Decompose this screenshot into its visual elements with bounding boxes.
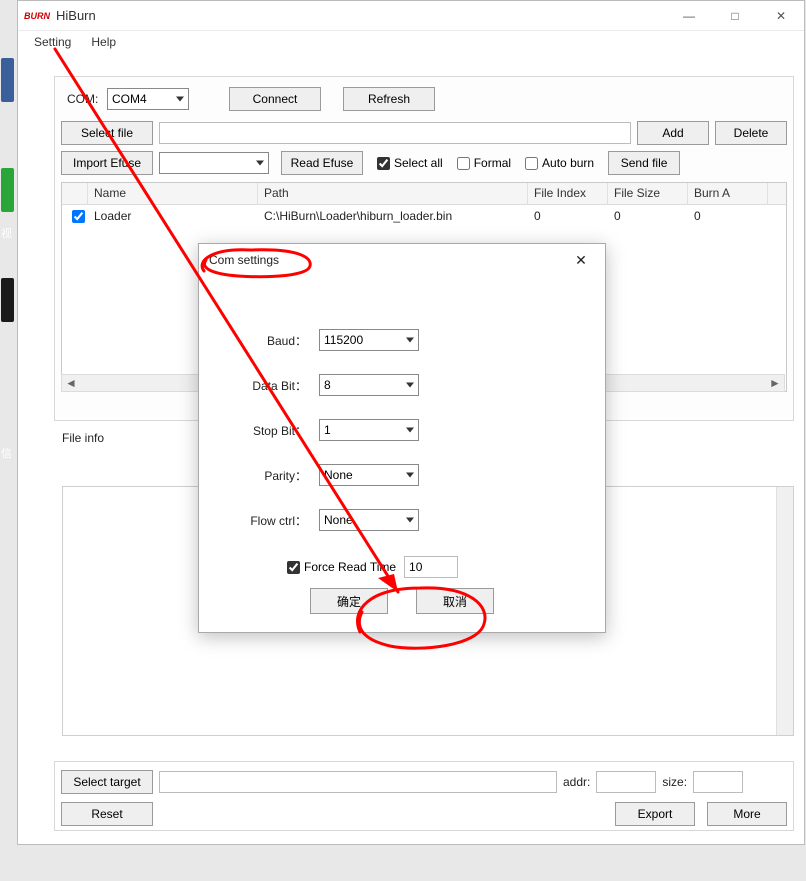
formal-checkbox[interactable]: Formal bbox=[457, 156, 511, 170]
cell-file-size: 0 bbox=[608, 209, 688, 223]
scroll-left-icon[interactable]: ◄ bbox=[64, 376, 78, 390]
cell-path: C:\HiBurn\Loader\hiburn_loader.bin bbox=[258, 209, 528, 223]
com-port-select[interactable]: COM4 bbox=[107, 88, 189, 110]
add-button[interactable]: Add bbox=[637, 121, 709, 145]
import-efuse-button[interactable]: Import Efuse bbox=[61, 151, 153, 175]
baud-value: 115200 bbox=[324, 333, 363, 347]
desktop-label: 信 bbox=[1, 445, 12, 461]
dialog-buttons: 确定 取消 bbox=[199, 588, 605, 614]
export-button[interactable]: Export bbox=[615, 802, 695, 826]
refresh-button[interactable]: Refresh bbox=[343, 87, 435, 111]
target-input[interactable] bbox=[159, 771, 557, 793]
parity-value: None bbox=[324, 468, 353, 482]
dialog-cancel-button[interactable]: 取消 bbox=[416, 588, 494, 614]
stop-bit-value: 1 bbox=[324, 423, 331, 437]
auto-burn-label: Auto burn bbox=[542, 156, 594, 170]
desktop-icon bbox=[1, 168, 14, 212]
data-bit-select[interactable]: 8 bbox=[319, 374, 419, 396]
desktop-icon bbox=[1, 278, 14, 322]
force-read-checkbox[interactable]: Force Read Time bbox=[287, 560, 396, 574]
log-vscrollbar[interactable] bbox=[776, 487, 793, 735]
more-button[interactable]: More bbox=[707, 802, 787, 826]
force-read-input[interactable]: 10 bbox=[404, 556, 458, 578]
menu-help[interactable]: Help bbox=[83, 33, 124, 51]
app-logo: BURN bbox=[24, 11, 50, 21]
connect-button[interactable]: Connect bbox=[229, 87, 321, 111]
titlebar: BURN HiBurn — □ ✕ bbox=[18, 1, 804, 31]
addr-input[interactable] bbox=[596, 771, 656, 793]
com-settings-dialog: Com settings ✕ Baud： 115200 Data Bit： 8 … bbox=[198, 243, 606, 633]
flow-ctrl-label: Flow ctrl： bbox=[199, 512, 319, 529]
force-read-label: Force Read Time bbox=[304, 560, 396, 574]
size-input[interactable] bbox=[693, 771, 743, 793]
dialog-title: Com settings bbox=[209, 253, 279, 267]
baud-select[interactable]: 115200 bbox=[319, 329, 419, 351]
close-button[interactable]: ✕ bbox=[758, 1, 804, 31]
com-label: COM: bbox=[67, 92, 107, 106]
addr-label: addr: bbox=[563, 775, 590, 789]
parity-label: Parity： bbox=[199, 467, 319, 484]
baud-label: Baud： bbox=[199, 332, 319, 349]
col-path[interactable]: Path bbox=[258, 183, 528, 204]
select-target-button[interactable]: Select target bbox=[61, 770, 153, 794]
efuse-select[interactable] bbox=[159, 152, 269, 174]
formal-label: Formal bbox=[474, 156, 511, 170]
cell-name: Loader bbox=[88, 209, 258, 223]
dialog-close-button[interactable]: ✕ bbox=[567, 246, 595, 274]
cell-burn-addr: 0 bbox=[688, 209, 768, 223]
dialog-ok-button[interactable]: 确定 bbox=[310, 588, 388, 614]
menubar: Setting Help bbox=[18, 31, 804, 53]
read-efuse-button[interactable]: Read Efuse bbox=[281, 151, 363, 175]
auto-burn-checkbox[interactable]: Auto burn bbox=[525, 156, 594, 170]
col-file-size[interactable]: File Size bbox=[608, 183, 688, 204]
table-header: Name Path File Index File Size Burn A bbox=[62, 183, 786, 205]
cell-file-index: 0 bbox=[528, 209, 608, 223]
data-bit-value: 8 bbox=[324, 378, 331, 392]
menu-setting[interactable]: Setting bbox=[26, 33, 79, 51]
delete-button[interactable]: Delete bbox=[715, 121, 787, 145]
window-title: HiBurn bbox=[56, 8, 666, 23]
select-all-label: Select all bbox=[394, 156, 443, 170]
maximize-button[interactable]: □ bbox=[712, 1, 758, 31]
stop-bit-label: Stop Bit： bbox=[199, 422, 319, 439]
size-label: size: bbox=[662, 775, 687, 789]
desktop-icon bbox=[1, 58, 14, 102]
col-file-index[interactable]: File Index bbox=[528, 183, 608, 204]
flow-ctrl-select[interactable]: None bbox=[319, 509, 419, 531]
select-file-button[interactable]: Select file bbox=[61, 121, 153, 145]
minimize-button[interactable]: — bbox=[666, 1, 712, 31]
file-info-label: File info bbox=[62, 431, 104, 445]
col-name[interactable]: Name bbox=[88, 183, 258, 204]
scroll-right-icon[interactable]: ► bbox=[768, 376, 782, 390]
parity-select[interactable]: None bbox=[319, 464, 419, 486]
col-burn-addr[interactable]: Burn A bbox=[688, 183, 768, 204]
file-path-input[interactable] bbox=[159, 122, 631, 144]
stop-bit-select[interactable]: 1 bbox=[319, 419, 419, 441]
data-bit-label: Data Bit： bbox=[199, 377, 319, 394]
desktop-label: 视 bbox=[1, 225, 12, 241]
window-controls: — □ ✕ bbox=[666, 1, 804, 31]
com-port-value: COM4 bbox=[112, 92, 147, 106]
send-file-button[interactable]: Send file bbox=[608, 151, 680, 175]
flow-ctrl-value: None bbox=[324, 513, 353, 527]
dialog-titlebar: Com settings ✕ bbox=[199, 244, 605, 276]
table-row[interactable]: Loader C:\HiBurn\Loader\hiburn_loader.bi… bbox=[62, 205, 786, 227]
col-check[interactable] bbox=[62, 183, 88, 204]
bottom-groupbox: Select target addr: size: Reset Export M… bbox=[54, 761, 794, 831]
row-checkbox[interactable] bbox=[72, 210, 85, 223]
reset-button[interactable]: Reset bbox=[61, 802, 153, 826]
select-all-checkbox[interactable]: Select all bbox=[377, 156, 443, 170]
